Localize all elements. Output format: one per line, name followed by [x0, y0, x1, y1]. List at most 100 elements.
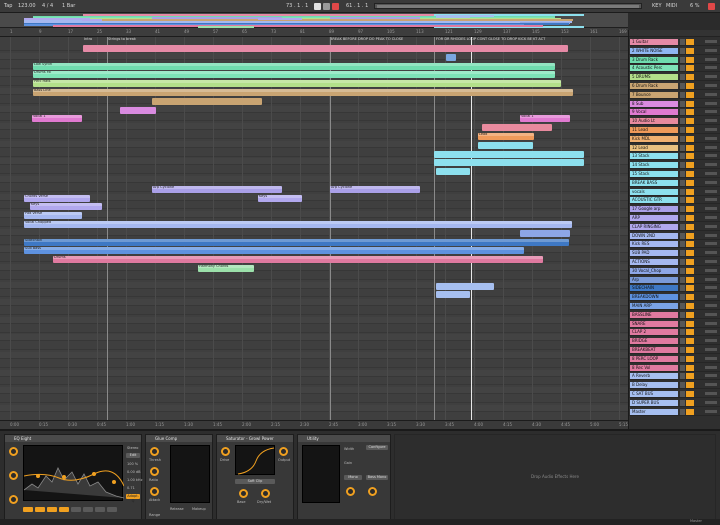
comp-ratio-knob[interactable]: [150, 467, 159, 476]
arrangement-clip[interactable]: [436, 168, 470, 176]
track-header[interactable]: ACTIONS: [629, 258, 720, 266]
track-name[interactable]: ACOUSTIC GTR: [630, 197, 678, 204]
track-lane[interactable]: [0, 52, 628, 60]
track-header[interactable]: SUB PAD: [629, 249, 720, 258]
track-activator-button[interactable]: [680, 118, 685, 125]
track-name[interactable]: 2 WHITE NOISE: [630, 47, 678, 54]
eq-scale[interactable]: 100 %: [127, 462, 138, 466]
track-volume-slider[interactable]: [705, 400, 717, 404]
locator-break[interactable]: BREAK BEFORE DROP DO PEAK TO CLOSE: [330, 37, 403, 41]
track-header[interactable]: 4 Acoustic Perc: [629, 64, 720, 73]
eq-gain-knob[interactable]: [9, 471, 18, 480]
tap-button[interactable]: Tap: [4, 3, 12, 9]
track-header[interactable]: SIDECHAIN: [629, 284, 720, 293]
track-activator-button[interactable]: [680, 259, 685, 265]
track-activator-button[interactable]: [680, 364, 685, 371]
arrangement-clip[interactable]: Low Synth: [33, 62, 555, 70]
track-header[interactable]: SNARE: [629, 320, 720, 328]
track-name[interactable]: 12 Lead: [630, 144, 678, 151]
track-header[interactable]: BRIDGE: [629, 337, 720, 346]
track-lane[interactable]: [0, 273, 628, 280]
track-header[interactable]: 17 Google arp: [629, 205, 720, 214]
track-volume-slider[interactable]: [705, 92, 717, 96]
track-header[interactable]: CLAP RINGING: [629, 223, 720, 231]
track-name[interactable]: 8 Sub: [630, 100, 678, 107]
track-name[interactable]: B Delay: [630, 382, 678, 389]
track-header[interactable]: Arp: [629, 276, 720, 284]
track-name[interactable]: MAIN ARP: [630, 303, 678, 309]
track-activator-button[interactable]: [680, 153, 685, 160]
track-activator-button[interactable]: [680, 311, 685, 318]
track-solo-button[interactable]: [686, 320, 694, 327]
track-activator-button[interactable]: [680, 241, 685, 248]
util-gain-knob[interactable]: [368, 487, 377, 496]
track-volume-slider[interactable]: [705, 172, 717, 175]
util-configure-button[interactable]: Configure: [366, 445, 388, 450]
track-volume-slider[interactable]: [705, 277, 717, 281]
arrangement-clip[interactable]: [436, 291, 470, 299]
track-volume-slider[interactable]: [705, 224, 717, 228]
track-lane[interactable]: [0, 193, 628, 201]
track-name[interactable]: BRIDGE: [630, 338, 678, 345]
drop-zone[interactable]: Drop Audio Effects Here: [394, 434, 716, 522]
arrangement-clip[interactable]: Bass Line: [33, 89, 573, 96]
track-activator-button[interactable]: [680, 171, 685, 177]
track-header[interactable]: vocals: [629, 188, 720, 196]
loop-brace-overview[interactable]: [374, 3, 642, 9]
track-header[interactable]: BREAKBEAT: [629, 346, 720, 354]
track-solo-button[interactable]: [686, 47, 694, 54]
track-volume-slider[interactable]: [705, 233, 717, 237]
track-activator-button[interactable]: [680, 285, 685, 292]
track-volume-slider[interactable]: [705, 40, 717, 43]
track-solo-button[interactable]: [686, 91, 694, 98]
track-lane[interactable]: [0, 299, 628, 307]
eq-band-8[interactable]: [107, 507, 117, 512]
track-lane[interactable]: [0, 396, 628, 403]
track-lane[interactable]: [0, 308, 628, 315]
track-name[interactable]: SIDECHAIN: [630, 285, 678, 292]
track-name[interactable]: 3 Drum Rack: [630, 56, 678, 63]
track-header[interactable]: BREAKDOWN: [629, 293, 720, 302]
arrangement-view[interactable]: Intro Strings to break BREAK BEFORE DROP…: [0, 37, 628, 420]
track-lane[interactable]: [0, 378, 628, 386]
locator-intro[interactable]: Intro: [84, 37, 92, 41]
track-header[interactable]: CLAP 2: [629, 328, 720, 337]
track-volume-slider[interactable]: [705, 251, 717, 255]
track-volume-slider[interactable]: [705, 163, 717, 167]
track-name[interactable]: 8 Rec Vol: [630, 364, 678, 371]
track-solo-button[interactable]: [686, 364, 694, 371]
track-name[interactable]: 6 Drum Rack: [630, 83, 678, 89]
track-solo-button[interactable]: [686, 294, 694, 301]
sat-base-knob[interactable]: [239, 489, 248, 498]
track-volume-slider[interactable]: [705, 356, 717, 360]
arrangement-overview[interactable]: [0, 13, 628, 28]
arrangement-clip[interactable]: Sidechain: [24, 238, 569, 246]
track-activator-button[interactable]: [680, 250, 685, 257]
track-volume-slider[interactable]: [705, 207, 717, 211]
track-activator-button[interactable]: [680, 206, 685, 213]
track-activator-button[interactable]: [680, 355, 685, 362]
track-name[interactable]: 5 DRUMS: [630, 74, 678, 81]
track-volume-slider[interactable]: [705, 48, 717, 52]
tempo-field[interactable]: 123.00: [18, 3, 36, 9]
arrangement-clip[interactable]: Arp Cyclone: [152, 185, 282, 193]
arrangement-clip[interactable]: [152, 97, 262, 105]
track-volume-slider[interactable]: [705, 57, 717, 61]
track-header[interactable]: A Reverb: [629, 372, 720, 381]
track-volume-slider[interactable]: [705, 66, 717, 70]
arrangement-clip[interactable]: Chords Verse: [24, 194, 90, 202]
track-solo-button[interactable]: [686, 188, 694, 195]
track-name[interactable]: 10 Audio Lt: [630, 118, 678, 125]
track-solo-button[interactable]: [686, 232, 694, 239]
track-volume-slider[interactable]: [705, 242, 717, 246]
track-header[interactable]: Kick RES: [629, 240, 720, 249]
track-volume-slider[interactable]: [705, 374, 717, 378]
track-volume-slider[interactable]: [705, 154, 717, 158]
track-activator-button[interactable]: [680, 100, 685, 107]
track-name[interactable]: SNARE: [630, 320, 678, 327]
arrangement-clip[interactable]: Sub Bass: [24, 247, 524, 255]
locator-drop[interactable]: FOR DR RHODES LOOP CONT GLOSE TO DROP KI…: [436, 37, 545, 41]
track-lane[interactable]: [0, 361, 628, 368]
track-volume-slider[interactable]: [705, 365, 717, 369]
track-solo-button[interactable]: [686, 179, 694, 186]
